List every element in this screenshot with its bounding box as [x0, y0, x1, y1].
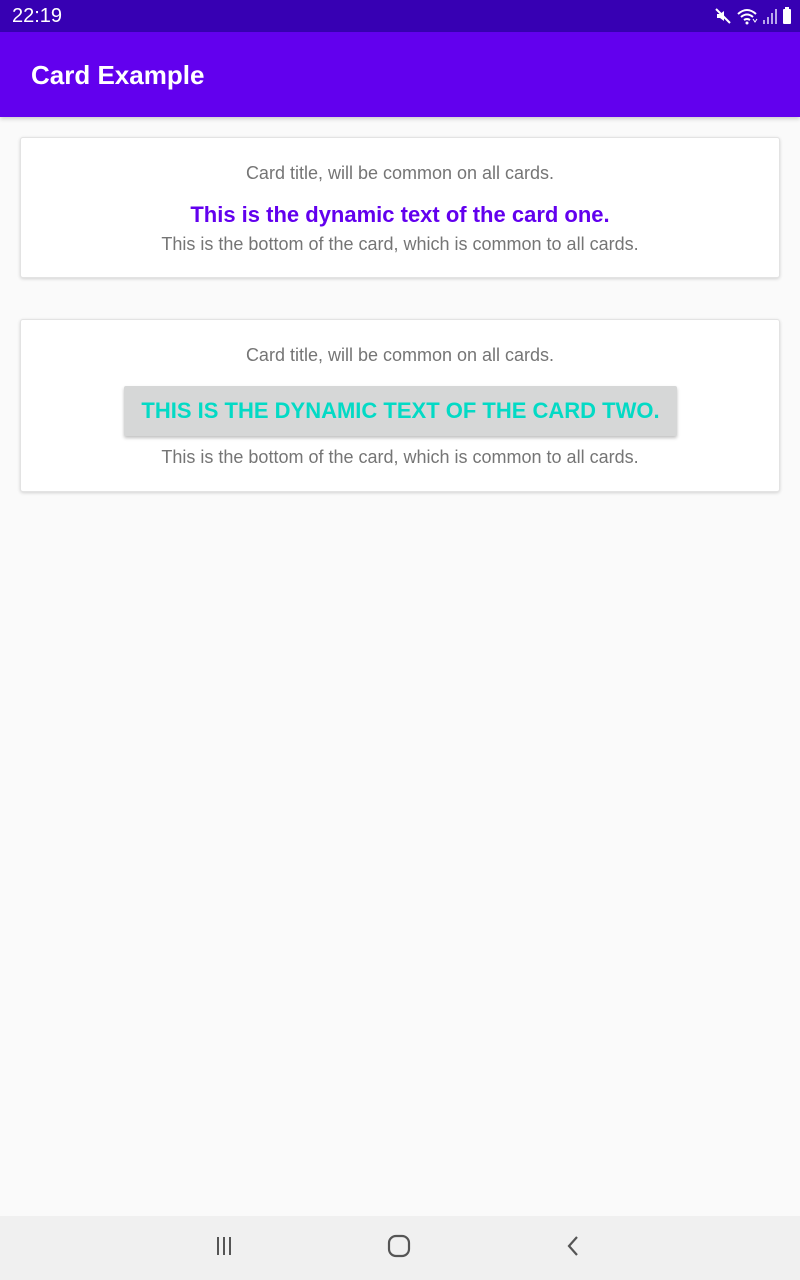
- card-bottom-text: This is the bottom of the card, which is…: [161, 447, 639, 467]
- battery-icon: [782, 7, 792, 25]
- card-dynamic-text: THIS IS THE DYNAMIC TEXT OF THE CARD TWO…: [141, 398, 660, 423]
- status-time: 22:19: [12, 5, 63, 27]
- card-title: Card title, will be common on all cards.: [245, 163, 555, 183]
- app-title: Card Example: [31, 60, 205, 90]
- card-bottom-text: This is the bottom of the card, which is…: [161, 234, 639, 254]
- status-icons: [714, 6, 792, 26]
- mute-icon: [714, 7, 732, 25]
- home-button[interactable]: [383, 1232, 415, 1264]
- home-icon: [387, 1234, 411, 1263]
- back-button[interactable]: [558, 1232, 590, 1264]
- card-dynamic-text-box: THIS IS THE DYNAMIC TEXT OF THE CARD TWO…: [124, 386, 677, 436]
- recent-apps-icon: [212, 1235, 236, 1262]
- card-title: Card title, will be common on all cards.: [245, 345, 555, 365]
- recent-apps-button[interactable]: [208, 1232, 240, 1264]
- card-dynamic-text: This is the dynamic text of the card one…: [190, 202, 610, 227]
- wifi-icon: [736, 7, 758, 25]
- status-bar: 22:19: [0, 0, 800, 32]
- navigation-bar: [0, 1216, 800, 1280]
- signal-icon: [762, 7, 778, 25]
- card-two: Card title, will be common on all cards.…: [20, 319, 780, 492]
- app-bar: Card Example: [0, 32, 800, 117]
- card-one: Card title, will be common on all cards.…: [20, 137, 780, 278]
- back-icon: [562, 1234, 586, 1263]
